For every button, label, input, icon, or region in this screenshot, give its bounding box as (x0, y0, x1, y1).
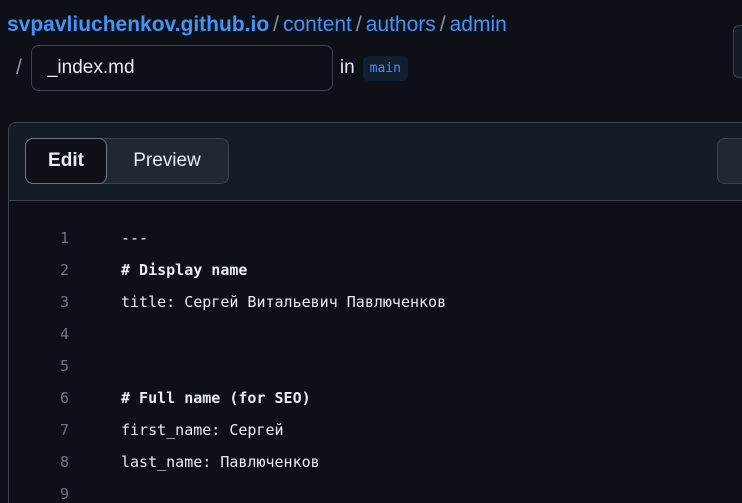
code-line[interactable]: 7 first_name: Сергей (9, 414, 742, 446)
code-line[interactable]: 2 # Display name (9, 254, 742, 286)
breadcrumb: svpavliuchenkov.github.io / content / author… (7, 11, 507, 39)
line-text: --- (121, 229, 149, 247)
line-number: 2 (59, 261, 69, 279)
line-text: last_name: Павлюченков (121, 453, 320, 471)
spacing-select-button[interactable]: S (717, 138, 742, 184)
path-slash: / (16, 56, 22, 79)
code-line[interactable]: 5 (9, 350, 742, 382)
breadcrumb-separator: / (439, 13, 446, 36)
editor-panel: Edit Preview S 1 --- 2 # Display name 3 title… (8, 122, 742, 503)
line-number: 3 (59, 293, 69, 311)
breadcrumb-link-admin[interactable]: admin (450, 13, 507, 36)
breadcrumb-separator: / (273, 13, 279, 36)
branch-in-label: in (339, 57, 355, 78)
breadcrumb-repo-link[interactable]: svpavliuchenkov.github.io (7, 13, 269, 36)
editor-page: svpavliuchenkov.github.io / content / author… (0, 0, 742, 503)
top-right-button[interactable] (733, 25, 742, 78)
line-number: 4 (59, 325, 69, 343)
code-line[interactable]: 9 (9, 478, 742, 503)
breadcrumb-link-authors[interactable]: authors (366, 13, 436, 36)
line-number: 6 (59, 389, 69, 407)
code-editor[interactable]: 1 --- 2 # Display name 3 title: Сергей Виталь… (9, 222, 742, 503)
code-line[interactable]: 4 (9, 318, 742, 350)
line-number: 7 (59, 421, 69, 439)
line-number: 8 (59, 453, 69, 471)
tab-edit[interactable]: Edit (25, 138, 107, 184)
code-line[interactable]: 6 # Full name (for SEO) (9, 382, 742, 414)
line-number: 5 (59, 357, 69, 375)
line-text: # Display name (121, 261, 248, 279)
editor-toolbar: Edit Preview S (9, 123, 742, 201)
line-text: # Full name (for SEO) (121, 389, 311, 407)
code-line[interactable]: 3 title: Сергей Витальевич Павлюченков (9, 286, 742, 318)
line-number: 1 (59, 229, 69, 247)
edit-preview-toggle: Edit Preview (25, 138, 229, 184)
branch-badge: main (362, 55, 408, 81)
line-text: first_name: Сергей (121, 421, 284, 439)
tab-preview[interactable]: Preview (107, 139, 227, 183)
code-line[interactable]: 1 --- (9, 222, 742, 254)
filename-row: / in main (7, 44, 408, 92)
line-number: 9 (59, 485, 69, 503)
breadcrumb-link-content[interactable]: content (283, 13, 352, 36)
breadcrumb-separator: / (355, 13, 362, 36)
code-line[interactable]: 8 last_name: Павлюченков (9, 446, 742, 478)
line-text: title: Сергей Витальевич Павлюченков (121, 293, 447, 311)
filename-input[interactable] (30, 45, 333, 91)
